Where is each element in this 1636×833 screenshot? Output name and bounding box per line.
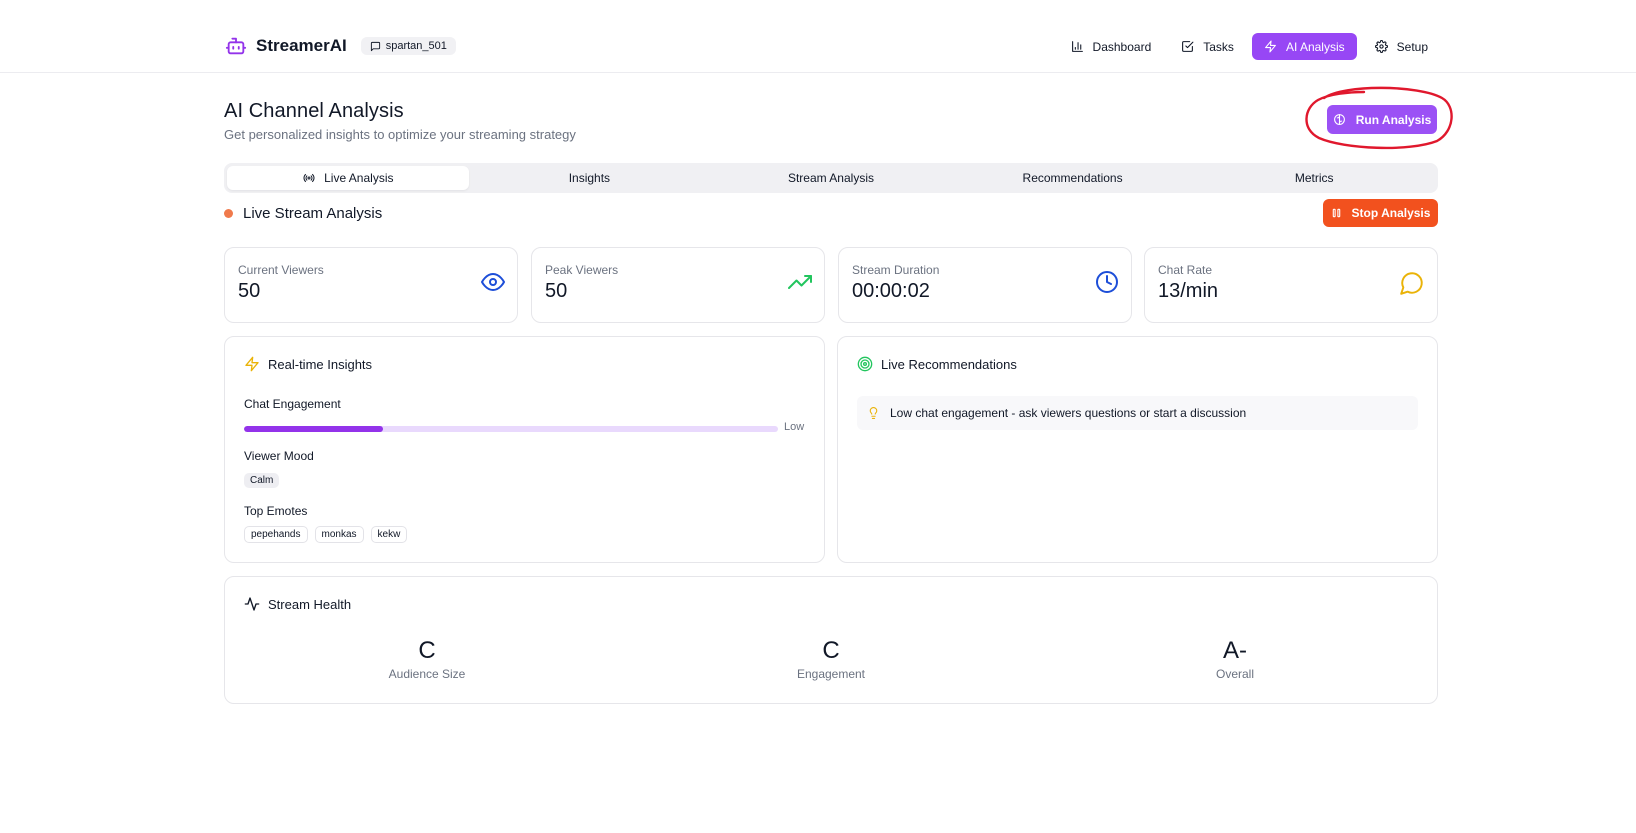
zap-icon <box>1265 40 1276 53</box>
live-indicator-dot <box>224 209 233 218</box>
chat-engagement-level: Low <box>784 421 805 433</box>
activity-icon <box>244 597 260 611</box>
nav-tasks[interactable]: Tasks <box>1169 33 1246 60</box>
stat-value: 50 <box>238 280 261 302</box>
nav-dashboard[interactable]: Dashboard <box>1059 33 1164 60</box>
run-analysis-label: Run Analysis <box>1355 112 1432 127</box>
panel-title: Live Recommendations <box>881 356 1017 372</box>
brand[interactable]: StreamerAI spartan_501 <box>224 34 456 58</box>
tab-label: Recommendations <box>1022 171 1123 185</box>
live-recommendations-panel: Live Recommendations Low chat engagement… <box>837 336 1438 563</box>
health-grade: C <box>418 637 436 664</box>
radio-broadcast-icon <box>303 173 315 183</box>
stat-card-peak-viewers: Peak Viewers 50 <box>531 247 825 323</box>
username: spartan_501 <box>385 40 447 52</box>
health-grade: A- <box>1223 637 1247 664</box>
eye-icon <box>481 270 505 299</box>
nav-label: Tasks <box>1203 39 1234 54</box>
emote-badge: monkas <box>314 526 364 543</box>
health-item-audience-size: C Audience Size <box>230 637 625 681</box>
nav-ai-analysis[interactable]: AI Analysis <box>1251 33 1357 60</box>
page-subtitle: Get personalized insights to optimize yo… <box>224 127 576 142</box>
realtime-insights-panel: Real-time Insights Chat Engagement Low V… <box>224 336 825 563</box>
emote-badge: kekw <box>370 526 408 543</box>
tab-label: Stream Analysis <box>787 171 874 185</box>
username-chip: spartan_501 <box>360 37 456 55</box>
run-analysis-button[interactable]: Run Analysis <box>1327 105 1437 134</box>
top-emotes-label: Top Emotes <box>244 504 308 518</box>
analysis-tabs: Live Analysis Insights Stream Analysis R… <box>224 163 1438 193</box>
tab-label: Live Analysis <box>324 171 394 185</box>
tab-stream-analysis[interactable]: Stream Analysis <box>710 166 952 190</box>
health-label: Audience Size <box>388 667 466 681</box>
viewer-mood-badge: Calm <box>244 473 280 488</box>
stat-value: 13/min <box>1158 280 1219 302</box>
live-stream-header: Live Stream Analysis <box>224 205 382 222</box>
stat-value: 50 <box>545 280 568 302</box>
health-item-engagement: C Engagement <box>634 637 1029 681</box>
top-emotes-list: pepehands monkas kekw <box>244 526 408 543</box>
gear-icon <box>1374 40 1388 53</box>
page-title: AI Channel Analysis <box>224 100 404 122</box>
tab-metrics[interactable]: Metrics <box>1193 166 1435 190</box>
pause-icon <box>1332 208 1340 218</box>
stat-label: Chat Rate <box>1158 263 1213 277</box>
stat-label: Stream Duration <box>852 263 940 277</box>
chat-bubble-icon <box>1399 270 1425 301</box>
stream-health-panel: Stream Health C Audience Size C Engageme… <box>224 576 1438 704</box>
nav-label: Setup <box>1396 39 1428 54</box>
top-header: StreamerAI spartan_501 Dashboard Tasks A… <box>0 0 1636 73</box>
stat-card-current-viewers: Current Viewers 50 <box>224 247 518 323</box>
brand-name: StreamerAI <box>256 36 347 55</box>
health-grades: C Audience Size C Engagement A- Overall <box>225 637 1437 681</box>
lightbulb-icon <box>869 407 878 419</box>
tab-recommendations[interactable]: Recommendations <box>952 166 1194 190</box>
nav-label: AI Analysis <box>1285 39 1345 54</box>
nav-setup[interactable]: Setup <box>1363 33 1440 60</box>
tab-insights[interactable]: Insights <box>469 166 711 190</box>
target-icon <box>857 356 873 372</box>
chat-engagement-fill <box>244 426 383 432</box>
main-nav: Dashboard Tasks AI Analysis Setup <box>1059 33 1440 60</box>
clock-icon <box>1095 270 1119 299</box>
viewer-mood-label: Viewer Mood <box>244 449 314 463</box>
panel-header: Live Recommendations <box>857 356 1017 372</box>
tab-label: Insights <box>568 171 611 185</box>
panel-header: Real-time Insights <box>244 356 372 372</box>
trending-up-icon <box>788 270 812 299</box>
tab-live-analysis[interactable]: Live Analysis <box>227 166 469 190</box>
live-stream-title: Live Stream Analysis <box>243 205 383 222</box>
emote-badge: pepehands <box>244 526 308 543</box>
stat-label: Peak Viewers <box>545 263 619 277</box>
check-square-icon <box>1182 41 1194 52</box>
robot-icon <box>224 34 248 58</box>
tab-label: Metrics <box>1294 171 1334 185</box>
health-grade: C <box>822 637 840 664</box>
stat-value: 00:00:02 <box>852 280 930 302</box>
zap-icon <box>245 356 259 372</box>
brain-icon <box>1333 114 1345 125</box>
health-item-overall: A- Overall <box>1038 637 1433 681</box>
stop-analysis-button[interactable]: Stop Analysis <box>1323 199 1438 227</box>
chat-engagement-bar <box>244 426 778 432</box>
panel-title: Stream Health <box>268 596 352 612</box>
stat-card-stream-duration: Stream Duration 00:00:02 <box>838 247 1132 323</box>
stop-analysis-label: Stop Analysis <box>1351 206 1431 220</box>
stat-card-chat-rate: Chat Rate 13/min <box>1144 247 1438 323</box>
bar-chart-icon <box>1071 41 1083 52</box>
recommendation-text: Low chat engagement - ask viewers questi… <box>890 406 1247 420</box>
panel-title: Real-time Insights <box>268 356 373 372</box>
nav-label: Dashboard <box>1092 39 1152 54</box>
health-label: Engagement <box>796 667 866 681</box>
chat-icon <box>370 41 380 51</box>
recommendation-item: Low chat engagement - ask viewers questi… <box>857 396 1418 430</box>
panel-header: Stream Health <box>244 596 351 612</box>
stat-label: Current Viewers <box>238 263 324 277</box>
chat-engagement-label: Chat Engagement <box>244 397 341 411</box>
health-label: Overall <box>1215 667 1254 681</box>
